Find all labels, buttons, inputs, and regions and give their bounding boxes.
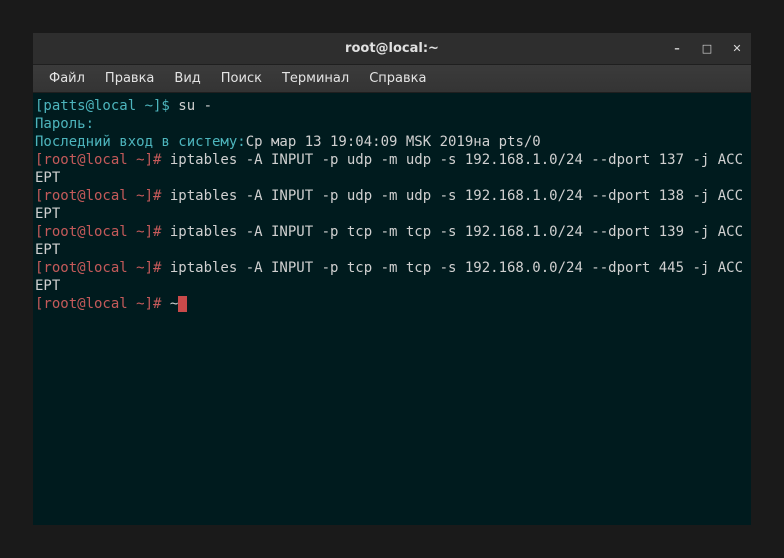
close-icon[interactable]: ✕: [729, 41, 745, 57]
titlebar[interactable]: root@local:~ – □ ✕: [33, 33, 751, 65]
menu-terminal[interactable]: Терминал: [272, 67, 359, 90]
root-prompt: [root@local ~]#: [35, 296, 170, 312]
last-login-value: Ср мар 13 19:04:09 MSK 2019на pts/0: [246, 134, 541, 150]
cmd-su: su -: [178, 98, 212, 114]
menu-help[interactable]: Справка: [359, 67, 436, 90]
root-prompt: [root@local ~]#: [35, 224, 170, 240]
menu-search[interactable]: Поиск: [211, 67, 272, 90]
root-prompt: [root@local ~]#: [35, 260, 170, 276]
root-prompt: [root@local ~]#: [35, 188, 170, 204]
password-prompt: Пароль:: [35, 115, 749, 133]
terminal-window: root@local:~ – □ ✕ Файл Правка Вид Поиск…: [32, 32, 752, 526]
current-input: ~: [170, 296, 178, 312]
menubar: Файл Правка Вид Поиск Терминал Справка: [33, 65, 751, 93]
maximize-icon[interactable]: □: [699, 41, 715, 57]
menu-view[interactable]: Вид: [164, 67, 210, 90]
user-prompt: [patts@local ~]$: [35, 98, 178, 114]
cursor: [178, 296, 187, 312]
root-prompt: [root@local ~]#: [35, 152, 170, 168]
window-title: root@local:~: [345, 41, 439, 56]
last-login-label: Последний вход в систему:: [35, 134, 246, 150]
minimize-icon[interactable]: –: [669, 41, 685, 57]
window-controls: – □ ✕: [669, 41, 745, 57]
menu-file[interactable]: Файл: [39, 67, 95, 90]
menu-edit[interactable]: Правка: [95, 67, 164, 90]
terminal-output[interactable]: [patts@local ~]$ su -Пароль:Последний вх…: [33, 93, 751, 525]
